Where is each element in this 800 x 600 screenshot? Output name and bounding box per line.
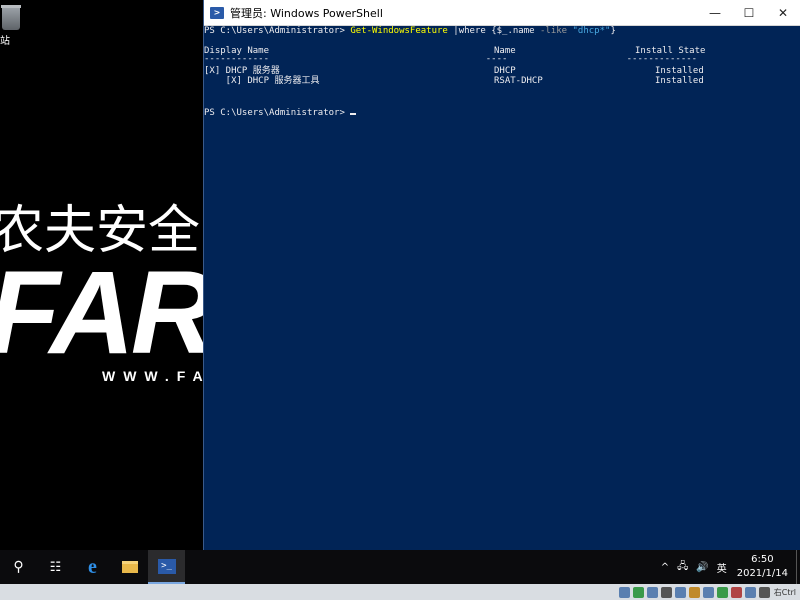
powershell-taskbar-button[interactable]: >_: [148, 550, 185, 584]
header-underline: ------------ ---- -------------: [204, 54, 698, 64]
mouse-integration-icon[interactable]: [744, 586, 756, 598]
host-key-label: 右Ctrl: [773, 587, 796, 597]
prompt-line: PS C:\Users\Administrator>: [204, 108, 357, 118]
edge-icon: e: [88, 555, 97, 578]
clock-time: 6:50: [751, 554, 774, 565]
command-string: "dhcp*": [567, 26, 611, 36]
maximize-button[interactable]: ☐: [732, 0, 766, 26]
powershell-taskbar-icon: >_: [157, 558, 176, 574]
search-icon: ⚲: [13, 559, 24, 575]
task-view-button[interactable]: ☷: [37, 550, 74, 584]
chevron-up-icon[interactable]: ^: [661, 562, 669, 573]
show-desktop-button[interactable]: [796, 550, 800, 584]
wallpaper-url-text: WWW.FA: [102, 368, 211, 384]
window-titlebar[interactable]: > 管理员: Windows PowerShell — ☐ ✕: [204, 0, 800, 26]
usb-icon[interactable]: [674, 586, 686, 598]
volume-icon[interactable]: 🔊: [696, 562, 708, 573]
ime-indicator[interactable]: 英: [717, 560, 727, 575]
clock-date: 2021/1/14: [736, 568, 788, 579]
minimize-button[interactable]: —: [698, 0, 732, 26]
command-operator: -like: [539, 26, 568, 36]
keyboard-icon[interactable]: [758, 586, 770, 598]
hdd-icon[interactable]: [618, 586, 630, 598]
display-icon[interactable]: [702, 586, 714, 598]
audio-icon[interactable]: [646, 586, 658, 598]
command-end: }: [610, 26, 616, 36]
network-adapter-icon[interactable]: [660, 586, 672, 598]
row-2-display-name: [X] DHCP 服务器工具: [204, 76, 320, 86]
task-view-icon: ☷: [49, 559, 62, 575]
close-button[interactable]: ✕: [766, 0, 800, 26]
recycle-bin-icon: [1, 5, 21, 30]
folder-icon: [121, 561, 138, 573]
row-1-install-state: Installed: [655, 66, 704, 76]
network-icon[interactable]: 🖧: [677, 559, 688, 576]
prompt: PS C:\Users\Administrator>: [204, 26, 351, 36]
file-explorer-button[interactable]: [111, 550, 148, 584]
recycle-bin-label: 站: [0, 36, 10, 47]
console-area[interactable]: PS C:\Users\Administrator> Get-WindowsFe…: [204, 26, 800, 206]
text-cursor: [350, 113, 357, 115]
prompt-2: PS C:\Users\Administrator>: [204, 108, 351, 118]
row-1-name: DHCP: [494, 66, 516, 76]
cpu-icon[interactable]: [730, 586, 742, 598]
recycle-bin-shortcut[interactable]: 站: [0, 5, 22, 47]
powershell-icon: >: [210, 6, 224, 19]
vm-host-status-bar: 右Ctrl: [0, 584, 800, 600]
system-tray: ^ 🖧 🔊 英 6:50 2021/1/14: [657, 550, 800, 584]
window-title: 管理员: Windows PowerShell: [230, 6, 383, 20]
optical-drive-icon[interactable]: [632, 586, 644, 598]
clock[interactable]: 6:50 2021/1/14: [737, 553, 788, 581]
row-1-display-name: [X] DHCP 服务器: [204, 66, 280, 76]
shared-folder-icon[interactable]: [688, 586, 700, 598]
search-button[interactable]: ⚲: [0, 550, 37, 584]
command-pipe: |where {$_.name: [447, 26, 540, 36]
command-name: Get-WindowsFeature: [350, 26, 448, 36]
command-line: PS C:\Users\Administrator> Get-WindowsFe…: [204, 26, 616, 36]
recording-icon[interactable]: [716, 586, 728, 598]
row-2-name: RSAT-DHCP: [494, 76, 543, 86]
row-2-install-state: Installed: [655, 76, 704, 86]
powershell-window[interactable]: > 管理员: Windows PowerShell — ☐ ✕ PS C:\Us…: [203, 0, 800, 552]
edge-button[interactable]: e: [74, 550, 111, 584]
taskbar: ⚲ ☷ e >_ ^ 🖧 🔊 英 6:50 2021/1/14: [0, 550, 800, 584]
